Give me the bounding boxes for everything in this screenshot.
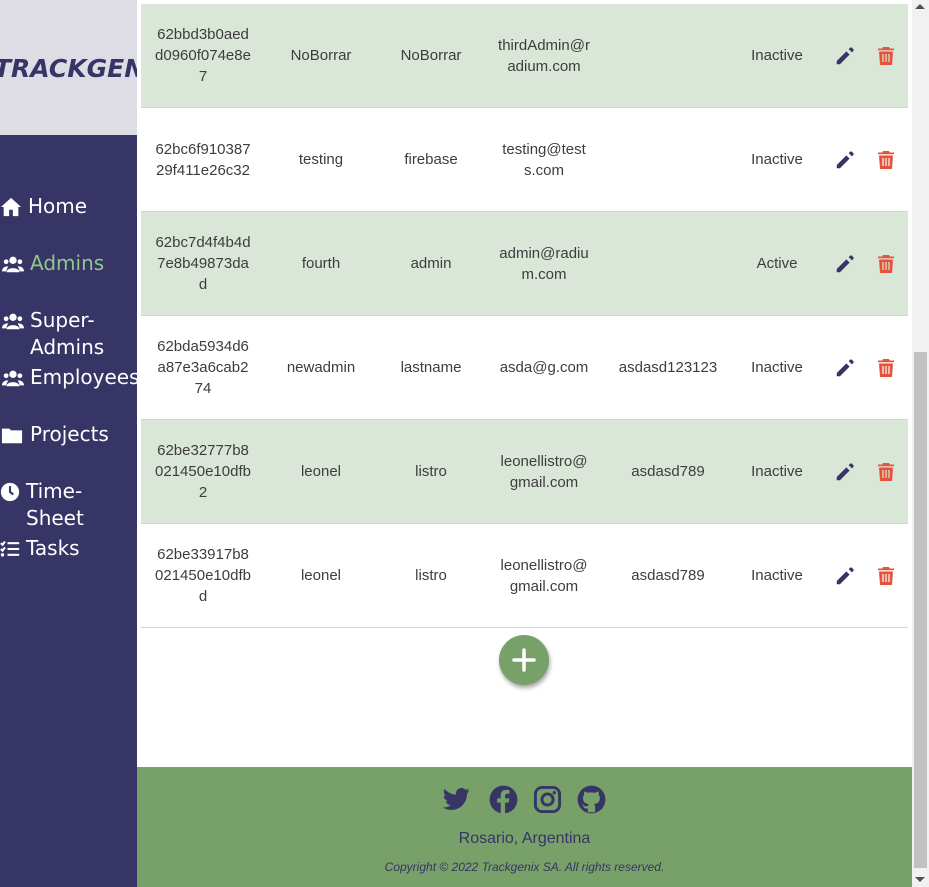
edit-icon[interactable] [834,565,856,587]
sidebar-item-label: Employees [30,365,140,389]
users-icon [2,256,24,273]
sidebar-nav: Home Admins Super-Admins Employees Proje… [0,193,140,592]
sidebar-item-home[interactable]: Home [0,193,137,250]
cell-name: leonel [300,567,342,584]
edit-icon[interactable] [834,357,856,379]
home-icon [0,197,22,217]
cell-status: Inactive [751,359,803,376]
cell-last-name: listro [415,463,447,480]
sidebar-item-label: Projects [30,422,109,446]
scroll-up-arrow[interactable] [915,4,925,9]
trash-icon[interactable] [878,46,894,65]
sidebar-item-label: Super-Admins [30,308,105,359]
logo-area: TRACKGENIX [0,0,174,135]
scroll-down-arrow[interactable] [915,877,925,882]
sidebar-item-label: Home [28,194,88,218]
sidebar-item-projects[interactable]: Projects [0,421,137,478]
footer-copyright: Copyright © 2022 Trackgenix SA. All righ… [384,860,665,874]
main-content: 62bbd3b0aedd0960f074e8e7 NoBorrar NoBorr… [137,0,912,887]
tasks-icon [0,540,20,557]
folder-icon [1,428,23,444]
cell-password: asdasd789 [631,463,705,480]
cell-name: leonel [300,463,342,480]
cell-name: newadmin [286,359,356,376]
cell-last-name: admin [410,255,452,272]
github-icon[interactable] [577,785,606,814]
admins-table: 62bbd3b0aedd0960f074e8e7 NoBorrar NoBorr… [141,4,908,628]
cell-last-name: NoBorrar [400,47,462,64]
cell-id: 62be33917b8021450e10dfbd [155,546,251,605]
cell-status: Inactive [751,463,803,480]
edit-icon[interactable] [834,253,856,275]
cell-email: leonellistro@gmail.com [500,557,588,595]
cell-email: thirdAdmin@radium.com [498,37,590,75]
table-row: 62bda5934d6a87e3a6cab274 newadmin lastna… [141,316,908,420]
sidebar-item-admins[interactable]: Admins [0,250,137,307]
twitter-icon[interactable] [442,785,471,814]
cell-email: asda@g.com [499,359,589,376]
cell-id: 62be32777b8021450e10dfb2 [155,442,251,501]
users-icon [2,370,24,387]
table-row: 62bc6f91038729f411e26c32 testing firebas… [141,108,908,212]
cell-password: asdasd123123 [618,359,718,376]
edit-icon[interactable] [834,45,856,67]
cell-status: Inactive [751,151,803,168]
sidebar: TRACKGENIX Home Admins Super-Admins Empl… [0,0,174,887]
sidebar-item-label: Tasks [26,536,80,560]
cell-name: fourth [301,255,341,272]
trash-icon[interactable] [878,566,894,585]
sidebar-item-tasks[interactable]: Tasks [0,535,137,592]
cell-last-name: lastname [400,359,462,376]
plus-icon [512,648,536,672]
cell-status: Active [756,255,798,272]
table-row: 62be33917b8021450e10dfbd leonel listro l… [141,524,908,628]
cell-password: asdasd789 [631,567,705,584]
table-row: 62bbd3b0aedd0960f074e8e7 NoBorrar NoBorr… [141,4,908,108]
cell-id: 62bda5934d6a87e3a6cab274 [157,338,249,397]
footer: Rosario, Argentina Copyright © 2022 Trac… [137,767,912,887]
facebook-icon[interactable] [489,785,518,814]
add-admin-button[interactable] [499,635,549,685]
table-row: 62be32777b8021450e10dfb2 leonel listro l… [141,420,908,524]
cell-id: 62bc7d4f4b4d7e8b49873dad [155,234,251,293]
trash-icon[interactable] [878,462,894,481]
cell-email: testing@tests.com [502,141,586,179]
users-icon [2,313,24,330]
trash-icon[interactable] [878,150,894,169]
sidebar-item-employees[interactable]: Employees [0,364,140,421]
cell-status: Inactive [751,47,803,64]
cell-last-name: firebase [404,151,458,168]
footer-location: Rosario, Argentina [458,830,591,847]
trash-icon[interactable] [878,254,894,273]
table-row: 62bc7d4f4b4d7e8b49873dad fourth admin ad… [141,212,908,316]
edit-icon[interactable] [834,149,856,171]
edit-icon[interactable] [834,461,856,483]
cell-name: NoBorrar [290,47,352,64]
instagram-icon[interactable] [533,785,562,814]
cell-name: testing [298,151,344,168]
cell-id: 62bc6f91038729f411e26c32 [155,141,251,179]
cell-id: 62bbd3b0aedd0960f074e8e7 [155,26,251,85]
cell-status: Inactive [751,567,803,584]
sidebar-item-label: Time-Sheet [26,479,84,530]
cell-email: leonellistro@gmail.com [500,453,588,491]
cell-email: admin@radium.com [499,245,589,283]
sidebar-item-time-sheet[interactable]: Time-Sheet [0,478,137,535]
cell-last-name: listro [415,567,447,584]
scrollbar-thumb[interactable] [914,352,927,868]
sidebar-item-label: Admins [30,251,105,275]
clock-icon [0,482,20,502]
trash-icon[interactable] [878,358,894,377]
